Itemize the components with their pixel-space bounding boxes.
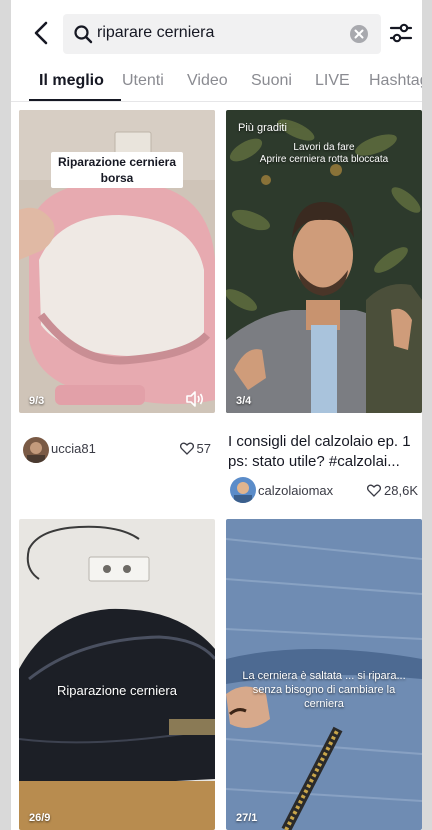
video-text-overlay: Riparazione cerniera xyxy=(57,683,177,698)
search-query-text: riparare cerniera xyxy=(97,24,215,41)
tab-hashtag[interactable]: Hashtag xyxy=(369,72,422,90)
video-date: 27/1 xyxy=(236,812,258,824)
tab-suoni[interactable]: Suoni xyxy=(251,72,292,90)
video-card[interactable]: Più graditi Lavori da fare Aprire cernie… xyxy=(226,110,422,510)
heart-outline-icon xyxy=(366,484,382,497)
video-thumbnail[interactable]: La cerniera è saltata ... si ripara... s… xyxy=(226,519,422,830)
video-thumbnail[interactable]: Più graditi Lavori da fare Aprire cernie… xyxy=(226,110,422,413)
username[interactable]: uccia81 xyxy=(51,441,96,456)
search-input[interactable]: riparare cerniera xyxy=(63,14,381,54)
video-date: 3/4 xyxy=(236,395,252,407)
search-tabs: Il meglio Utenti Video Suoni LIVE Hashta… xyxy=(11,68,422,100)
sliders-icon[interactable] xyxy=(388,20,414,46)
video-text-overlay: Lavori da fare Aprire cerniera rotta blo… xyxy=(259,142,389,165)
tab-video[interactable]: Video xyxy=(187,72,228,90)
avatar[interactable] xyxy=(23,437,49,463)
like-count: 28,6K xyxy=(366,483,418,498)
tabs-divider xyxy=(11,101,422,102)
tab-il-meglio[interactable]: Il meglio xyxy=(39,72,104,90)
search-icon xyxy=(73,24,93,44)
search-results-screen: riparare cerniera Il meglio Utenti Video… xyxy=(11,0,422,830)
video-card[interactable]: La cerniera è saltata ... si ripara... s… xyxy=(226,519,422,830)
avatar[interactable] xyxy=(230,477,256,503)
most-liked-badge: Più graditi xyxy=(238,122,287,134)
username[interactable]: calzolaiomax xyxy=(258,483,333,498)
video-thumbnail[interactable]: Riparazione cerniera borsa 9/3 xyxy=(19,110,215,413)
video-card[interactable]: Riparazione cerniera 26/9 xyxy=(19,519,215,830)
volume-icon xyxy=(185,391,205,407)
video-author-row[interactable]: uccia81 57 xyxy=(19,435,215,463)
video-title[interactable]: I consigli del calzolaio ep. 1 ps: stato… xyxy=(228,432,422,472)
video-author-row[interactable]: calzolaiomax 28,6K xyxy=(226,477,422,505)
video-date: 26/9 xyxy=(29,812,51,824)
tab-live[interactable]: LIVE xyxy=(315,72,350,90)
chevron-left-icon[interactable] xyxy=(27,18,57,48)
tab-utenti[interactable]: Utenti xyxy=(122,72,164,90)
video-text-overlay: La cerniera è saltata ... si ripara... s… xyxy=(242,670,406,710)
video-date: 9/3 xyxy=(29,395,45,407)
video-card[interactable]: Riparazione cerniera borsa 9/3 uccia81 5… xyxy=(19,110,215,470)
video-thumbnail[interactable]: Riparazione cerniera 26/9 xyxy=(19,519,215,830)
clear-icon[interactable] xyxy=(349,24,369,44)
video-caption-overlay: Riparazione cerniera borsa xyxy=(51,152,183,188)
like-count: 57 xyxy=(179,441,211,456)
heart-outline-icon xyxy=(179,442,194,455)
